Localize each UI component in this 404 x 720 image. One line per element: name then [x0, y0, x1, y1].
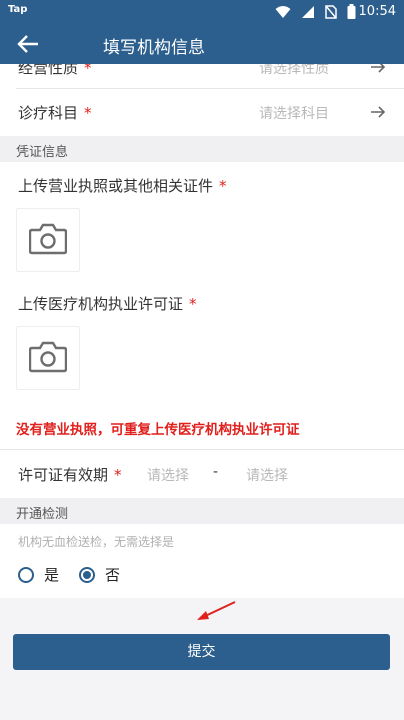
no-sim-icon: [325, 4, 337, 19]
upload-license-button[interactable]: [16, 208, 80, 272]
page-title: 填写机构信息: [103, 38, 205, 58]
validity-dash: -: [213, 464, 219, 480]
business-nature-placeholder: 请选择性质: [259, 64, 329, 77]
radio-no[interactable]: 否: [79, 564, 120, 585]
upload-license-label: 上传营业执照或其他相关证件 *: [18, 177, 227, 195]
annotation-arrow-icon: [197, 601, 236, 620]
required-mark: *: [219, 177, 227, 195]
activation-hint: 机构无血检送检，无需选择是: [18, 535, 175, 549]
departments-label: 诊疗科目 *: [18, 104, 92, 122]
app-bar: 填写机构信息: [0, 24, 404, 64]
upload-medical-license-label: 上传医疗机构执业许可证 *: [18, 295, 197, 313]
status-icons: [275, 4, 356, 19]
departments-row[interactable]: 诊疗科目 * 请选择科目: [0, 89, 404, 135]
submit-button[interactable]: 提交: [13, 634, 390, 670]
departments-placeholder: 请选择科目: [259, 106, 329, 122]
upload-medical-license-button[interactable]: [16, 326, 80, 390]
battery-icon: [347, 4, 356, 19]
validity-end-picker[interactable]: 请选择: [246, 465, 288, 485]
divider: [0, 449, 404, 450]
business-nature-label: 经营性质 *: [18, 64, 92, 78]
status-time: 10:54: [358, 4, 396, 19]
license-validity-row: 许可证有效期 * 请选择 - 请选择: [0, 451, 404, 497]
required-mark: *: [189, 295, 197, 313]
signal-icon: [302, 5, 314, 18]
status-app-label: Tap: [8, 4, 28, 15]
status-bar: Tap 10:54: [0, 0, 404, 24]
activation-radio-group: 是 否: [18, 564, 140, 585]
arrow-right-icon: [371, 64, 386, 73]
business-nature-row[interactable]: 经营性质 * 请选择性质: [0, 64, 404, 88]
radio-circle-unchecked[interactable]: [18, 566, 34, 583]
required-mark: *: [84, 104, 92, 122]
camera-icon: [29, 341, 67, 373]
camera-icon: [29, 223, 67, 255]
radio-yes[interactable]: 是: [18, 564, 59, 585]
arrow-right-icon: [371, 106, 386, 118]
wifi-icon: [275, 5, 291, 18]
required-mark: *: [84, 64, 92, 77]
back-arrow-icon[interactable]: [16, 33, 40, 55]
radio-circle-checked[interactable]: [79, 566, 96, 583]
license-validity-label: 许可证有效期 *: [18, 466, 122, 484]
validity-start-picker[interactable]: 请选择: [147, 465, 189, 485]
license-warning-text: 没有营业执照，可重复上传医疗机构执业许可证: [16, 422, 300, 438]
required-mark: *: [114, 466, 122, 484]
section-header-credentials: 凭证信息: [0, 136, 404, 162]
section-header-activation: 开通检测: [0, 498, 404, 524]
